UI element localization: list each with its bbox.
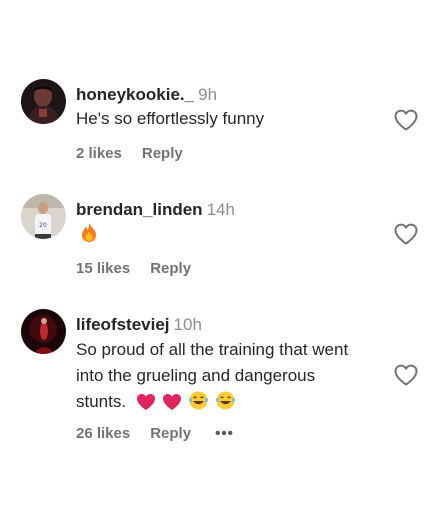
comment-meta: 26 likes Reply ••• (76, 425, 234, 443)
comment-3: lifeofsteviej 10h So proud of all the tra… (0, 0, 432, 460)
heart-outline-icon[interactable] (393, 363, 419, 387)
username[interactable]: lifeofsteviej (76, 315, 170, 334)
more-options-icon[interactable]: ••• (215, 425, 234, 442)
comment-text-content: So proud of all the training that went i… (76, 340, 349, 411)
red-heart-emoji (136, 393, 156, 411)
comment-header: lifeofsteviej 10h (76, 315, 202, 335)
tears-of-joy-emoji (215, 390, 236, 411)
likes-count[interactable]: 26 likes (76, 425, 130, 442)
red-heart-emoji (162, 393, 182, 411)
reply-button[interactable]: Reply (150, 425, 191, 442)
tears-of-joy-emoji (188, 390, 209, 411)
timestamp: 10h (173, 315, 202, 334)
comment-text: So proud of all the training that went i… (76, 337, 366, 415)
avatar[interactable] (21, 309, 66, 354)
